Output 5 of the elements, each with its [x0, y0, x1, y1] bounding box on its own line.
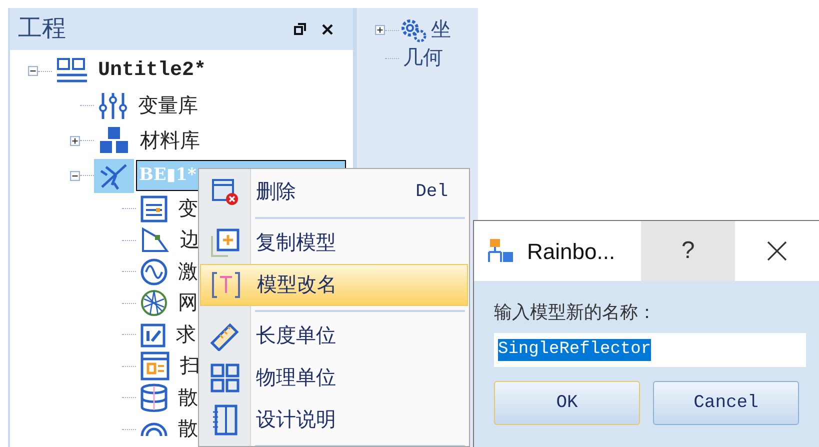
prompt-label: 输入模型新的名称：: [494, 301, 657, 324]
dialog-title: Rainbo...: [527, 238, 616, 266]
panel-title: 工程: [18, 14, 66, 44]
shortcut-label: Del: [416, 180, 448, 204]
input-value: SingleReflector: [498, 339, 652, 361]
